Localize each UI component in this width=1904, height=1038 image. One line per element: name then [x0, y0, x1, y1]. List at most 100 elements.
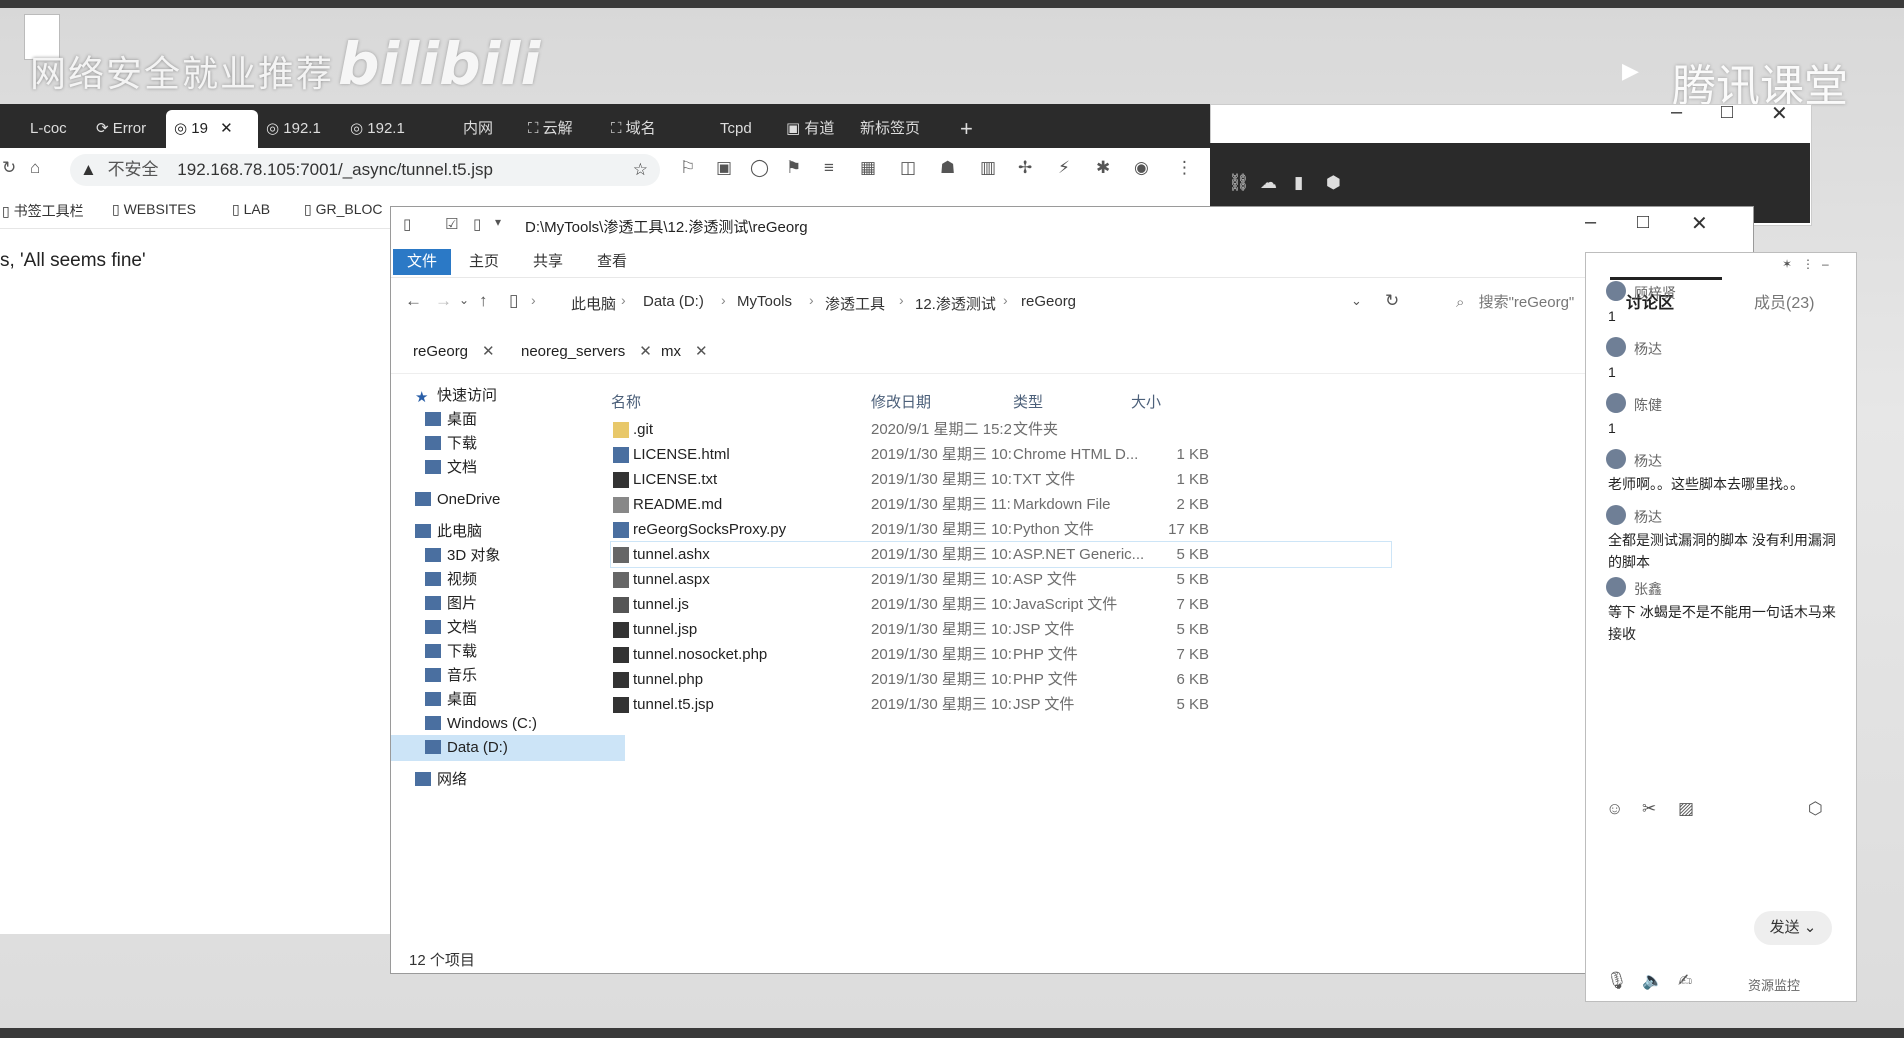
extension-icon[interactable]: ◯: [750, 158, 769, 178]
menu-dots-icon[interactable]: ⋮: [1176, 158, 1193, 178]
back-icon[interactable]: ←: [405, 291, 422, 311]
extension-icon[interactable]: ≡: [824, 158, 834, 178]
sidebar-item[interactable]: 下载: [391, 639, 477, 665]
file-row[interactable]: tunnel.nosocket.php 2019/1/30 星期三 10:... P…: [611, 642, 1391, 667]
file-row[interactable]: README.md 2019/1/30 星期三 11:... Markdown Fi…: [611, 492, 1391, 517]
up-icon[interactable]: ↑: [479, 291, 488, 311]
hand-icon[interactable]: ✍: [1678, 971, 1692, 991]
breadcrumb-item[interactable]: 渗透工具: [825, 293, 885, 314]
breadcrumb-item[interactable]: MyTools: [737, 293, 792, 310]
emoji-icon[interactable]: ☺: [1606, 799, 1623, 819]
bookmark-star-icon[interactable]: ☆: [633, 154, 648, 186]
home-icon[interactable]: ⌂: [30, 158, 40, 178]
sidebar-item[interactable]: 图片: [391, 591, 477, 617]
sidebar-item[interactable]: 文档: [391, 455, 477, 481]
breadcrumb-item[interactable]: reGeorg: [1021, 293, 1076, 310]
column-header-name[interactable]: 名称: [611, 391, 641, 412]
image-icon[interactable]: ▨: [1678, 799, 1694, 819]
extension-icon[interactable]: ✢: [1018, 158, 1032, 178]
checkbox-icon[interactable]: ☑: [445, 215, 458, 233]
ribbon-tab-home[interactable]: 主页: [455, 249, 513, 275]
sidebar-item[interactable]: 音乐: [391, 663, 477, 689]
folder-icon[interactable]: ▯: [473, 215, 481, 233]
close-tab-icon[interactable]: ✕: [220, 120, 233, 137]
microphone-icon[interactable]: 🎙: [1606, 971, 1628, 991]
folder-tab[interactable]: reGeorg ✕: [413, 335, 495, 369]
column-header-date[interactable]: 修改日期: [871, 391, 931, 412]
extension-icon[interactable]: ▥: [980, 158, 996, 178]
sidebar-item[interactable]: Windows (C:): [391, 711, 537, 737]
bookmark-item[interactable]: ▯ WEBSITES: [112, 201, 196, 218]
scissors-icon[interactable]: ✂: [1642, 799, 1656, 819]
extension-icon[interactable]: ☗: [940, 158, 955, 178]
file-row[interactable]: .git 2020/9/1 星期二 15:20 文件夹: [611, 417, 1391, 442]
sidebar-item[interactable]: 3D 对象: [391, 543, 500, 569]
minimize-icon[interactable]: –: [1585, 211, 1596, 234]
extension-icon[interactable]: ▣: [716, 158, 732, 178]
warning-icon[interactable]: ▲: [80, 160, 97, 179]
folder-tab[interactable]: neoreg_servers ✕: [521, 335, 652, 369]
file-row[interactable]: LICENSE.txt 2019/1/30 星期三 10:... TXT 文件 1 K…: [611, 467, 1391, 492]
breadcrumb-item[interactable]: Data (D:): [643, 293, 704, 310]
breadcrumb-item[interactable]: 12.渗透测试: [915, 293, 996, 314]
pin-icon[interactable]: ✶: [1782, 257, 1792, 271]
file-row[interactable]: tunnel.js 2019/1/30 星期三 10:... JavaScript …: [611, 592, 1391, 617]
sidebar-item[interactable]: 桌面: [391, 687, 477, 713]
browser-tab[interactable]: L-coc: [22, 110, 90, 148]
extension-icon[interactable]: ◫: [900, 158, 916, 178]
file-row[interactable]: tunnel.t5.jsp 2019/1/30 星期三 10:... JSP 文件 5…: [611, 692, 1391, 717]
extension-icon[interactable]: ⚐: [680, 158, 695, 178]
sidebar-item[interactable]: 此电脑: [391, 519, 482, 545]
send-button[interactable]: 发送 ⌄: [1754, 911, 1832, 945]
dropdown-icon[interactable]: ▾: [495, 215, 501, 229]
ribbon-tab-file[interactable]: 文件: [393, 249, 452, 275]
file-row[interactable]: LICENSE.html 2019/1/30 星期三 10:... Chrome H…: [611, 442, 1391, 467]
file-row[interactable]: tunnel.jsp 2019/1/30 星期三 10:... JSP 文件 5 KB: [611, 617, 1391, 642]
browser-tab[interactable]: ⛶ 云解: [520, 110, 598, 148]
close-tab-icon[interactable]: ✕: [482, 343, 495, 360]
extension-icon[interactable]: ⚑: [786, 158, 801, 178]
browser-tab[interactable]: 新标签页: [852, 110, 940, 148]
browser-tab[interactable]: ◎ 192.1: [258, 110, 336, 148]
file-row[interactable]: tunnel.ashx 2019/1/30 星期三 10:... ASP.NET G…: [610, 541, 1392, 568]
extension-icon[interactable]: ⚡: [1058, 158, 1070, 178]
sidebar-item[interactable]: 网络: [391, 767, 467, 793]
minimize-icon[interactable]: –: [1671, 101, 1682, 124]
close-icon[interactable]: ✕: [1691, 211, 1708, 236]
browser-tab[interactable]: ▣ 有道: [778, 110, 852, 148]
browser-tab[interactable]: 内网: [455, 110, 519, 148]
extension-icon[interactable]: ✱: [1096, 158, 1110, 178]
sidebar-item[interactable]: OneDrive: [391, 487, 500, 513]
book-icon[interactable]: ▮: [1294, 173, 1303, 193]
file-row[interactable]: tunnel.php 2019/1/30 星期三 10:... PHP 文件 6 KB: [611, 667, 1391, 692]
path-dropdown-icon[interactable]: ⌄: [1351, 293, 1362, 309]
new-tab-button[interactable]: +: [952, 110, 990, 148]
maximize-icon[interactable]: □: [1721, 101, 1733, 124]
file-row[interactable]: tunnel.aspx 2019/1/30 星期三 10:... ASP 文件 5 K…: [611, 567, 1391, 592]
bookmark-item[interactable]: ▯ GR_BLOC: [304, 201, 383, 218]
column-header-type[interactable]: 类型: [1013, 391, 1043, 412]
minimize-icon[interactable]: –: [1822, 257, 1829, 271]
refresh-icon[interactable]: ↻: [1385, 291, 1399, 311]
browser-tab-active[interactable]: ◎ 19 ✕: [166, 110, 258, 148]
browser-tab[interactable]: Tcpd: [712, 110, 780, 148]
sidebar-item[interactable]: Data (D:): [391, 735, 625, 761]
sidebar-item[interactable]: 桌面: [391, 407, 477, 433]
browser-tab[interactable]: ◎ 192.1: [342, 110, 420, 148]
close-icon[interactable]: ✕: [1771, 101, 1788, 126]
folder-tab[interactable]: mx ✕: [661, 335, 708, 369]
bookmark-item[interactable]: ▯ 书签工具栏: [2, 201, 84, 221]
file-row[interactable]: reGeorgSocksProxy.py 2019/1/30 星期三 10:...…: [611, 517, 1391, 542]
close-tab-icon[interactable]: ✕: [695, 343, 708, 360]
sidebar-item[interactable]: 下载: [391, 431, 477, 457]
link-icon[interactable]: ⛓: [1228, 173, 1250, 193]
sidebar-item[interactable]: 文档: [391, 615, 477, 641]
sidebar-item[interactable]: 视频: [391, 567, 477, 593]
cube-icon[interactable]: ⬢: [1326, 173, 1341, 193]
avatar-icon[interactable]: ◉: [1134, 158, 1149, 178]
cloud-icon[interactable]: ☁: [1260, 173, 1277, 193]
more-icon[interactable]: ⋮: [1802, 257, 1814, 271]
address-bar[interactable]: ▲ 不安全 192.168.78.105:7001/_async/tunnel.…: [70, 154, 660, 186]
browser-tab[interactable]: ⟳ Error: [88, 110, 166, 148]
reload-icon[interactable]: ↻: [2, 158, 16, 178]
